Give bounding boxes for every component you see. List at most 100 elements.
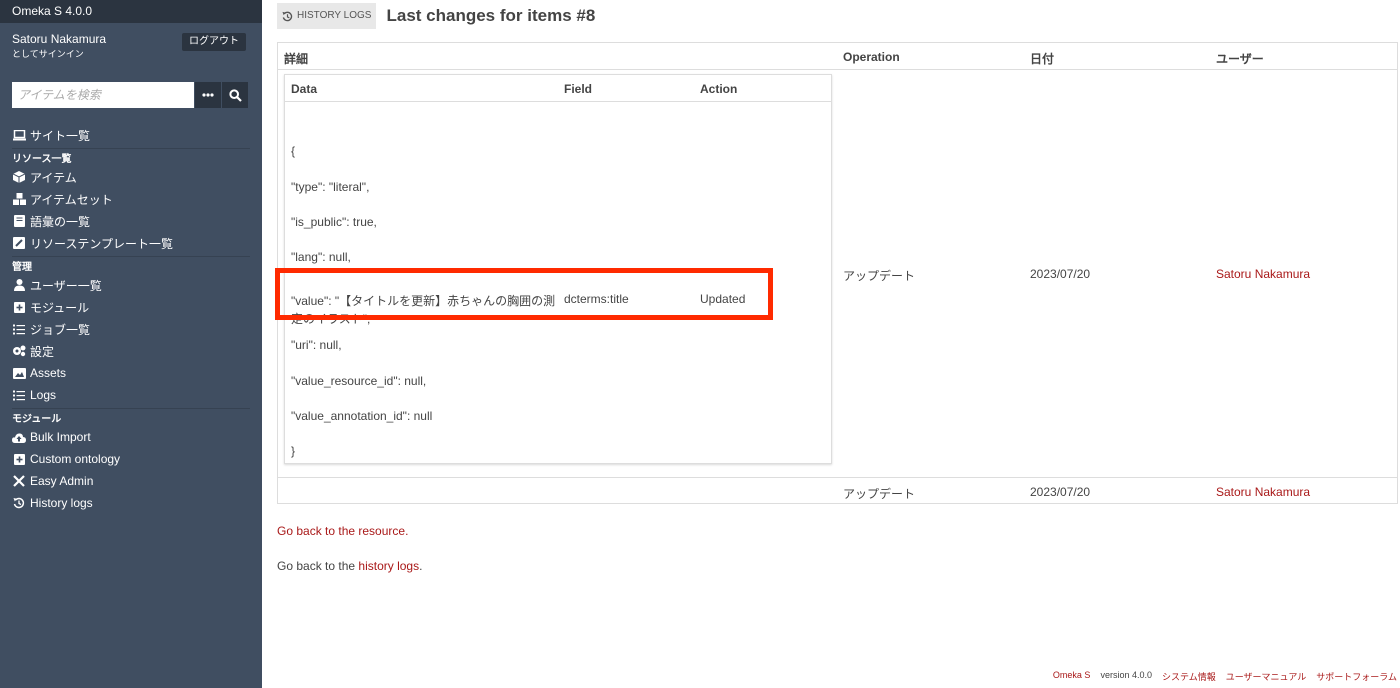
row1-user-link[interactable]: Satoru Nakamura	[1216, 267, 1310, 281]
search-icon	[228, 88, 242, 102]
row1-date: 2023/07/20	[1030, 267, 1091, 281]
col-data: Data	[291, 82, 318, 96]
table-row: アップデート 2023/07/20 Satoru Nakamura	[278, 477, 1397, 504]
sidebar-item-label: Assets	[30, 366, 67, 380]
search-input[interactable]	[12, 82, 195, 108]
section-resources: リソース一覧	[12, 154, 72, 165]
sidebar-nav: サイト一覧 リソース一覧 アイテム アイテムセット 語彙の一覧 リソーステンプレ…	[0, 124, 262, 514]
sidebar: Omeka S 4.0.0 Satoru Nakamura としてサインイン ロ…	[0, 0, 262, 688]
logout-button[interactable]: ログアウト	[182, 33, 246, 51]
history-logs-badge[interactable]: HISTORY LOGS	[277, 3, 377, 29]
back-to-history-text: Go back to the history logs.	[277, 559, 422, 573]
col-field: Field	[564, 82, 593, 96]
gears-icon	[12, 344, 26, 358]
divider	[12, 148, 250, 149]
main-content: HISTORY LOGS Last changes for items #8 詳…	[262, 0, 1400, 688]
plus-square-icon	[12, 452, 26, 466]
sidebar-item-label: モジュール	[30, 300, 90, 315]
col-user: ユーザー	[1216, 52, 1264, 66]
sidebar-item-bulk-import[interactable]: Bulk Import	[0, 426, 262, 448]
sidebar-item-label: リソーステンプレート一覧	[30, 236, 174, 251]
sidebar-item-label: ジョブ一覧	[30, 322, 91, 337]
title-bar: HISTORY LOGS Last changes for items #8	[277, 3, 595, 29]
user-block: Satoru Nakamura としてサインイン ログアウト	[0, 23, 262, 67]
ellipsis-icon	[202, 93, 214, 97]
divider	[12, 256, 250, 257]
sidebar-item-label: Custom ontology	[30, 452, 121, 466]
page-title: Last changes for items #8	[386, 6, 596, 25]
sidebar-item-label: 語彙の一覧	[30, 214, 91, 229]
footer-support-forum-link[interactable]: サポートフォーラム	[1316, 670, 1397, 683]
divider	[12, 408, 250, 409]
footer: Omeka S version 4.0.0 システム情報 ユーザーマニュアル サ…	[1053, 670, 1397, 683]
cloud-upload-icon	[12, 430, 26, 444]
sidebar-item-resource-templates[interactable]: リソーステンプレート一覧	[0, 232, 262, 254]
footer-user-manual-link[interactable]: ユーザーマニュアル	[1226, 670, 1307, 683]
data-line: }	[291, 444, 296, 458]
col-operation: Operation	[843, 50, 900, 64]
sidebar-item-easy-admin[interactable]: Easy Admin	[0, 470, 262, 492]
back-history-prefix: Go back to the	[277, 559, 359, 573]
advanced-search-button[interactable]	[195, 82, 222, 108]
plus-square-icon	[12, 300, 26, 314]
history-logs-link[interactable]: history logs	[358, 559, 419, 573]
highlight-box	[275, 268, 773, 320]
app-title[interactable]: Omeka S 4.0.0	[0, 0, 262, 23]
table-header: 詳細 Operation 日付 ユーザー	[278, 43, 1397, 70]
col-date: 日付	[1030, 52, 1055, 66]
data-line: "value_resource_id": null,	[291, 374, 427, 388]
data-line: "uri": null,	[291, 338, 342, 352]
sidebar-item-custom-ontology[interactable]: Custom ontology	[0, 448, 262, 470]
sidebar-item-modules[interactable]: モジュール	[0, 296, 262, 318]
row1-operation: アップデート	[843, 269, 916, 283]
col-details: 詳細	[284, 52, 309, 66]
sidebar-item-sites[interactable]: サイト一覧	[0, 124, 262, 146]
col-action: Action	[700, 82, 738, 96]
sidebar-item-label: 設定	[30, 344, 55, 359]
user-icon	[12, 278, 26, 292]
laptop-icon	[12, 128, 26, 142]
details-header: Data Field Action	[285, 75, 831, 102]
sidebar-item-label: アイテムセット	[30, 192, 113, 207]
data-line: "is_public": true,	[291, 215, 377, 229]
sidebar-item-label: Logs	[30, 388, 57, 402]
image-icon	[12, 366, 26, 380]
history-icon	[282, 11, 293, 21]
sidebar-item-items[interactable]: アイテム	[0, 166, 262, 188]
history-icon	[12, 496, 26, 510]
row2-operation: アップデート	[843, 487, 916, 501]
data-line: "lang": null,	[291, 250, 351, 264]
cube-icon	[12, 170, 26, 184]
data-line: "value_annotation_id": null	[291, 409, 433, 423]
data-line: "type": "literal",	[291, 180, 370, 194]
sidebar-item-settings[interactable]: 設定	[0, 340, 262, 362]
search-button[interactable]	[222, 82, 249, 108]
sidebar-item-jobs[interactable]: ジョブ一覧	[0, 318, 262, 340]
search-bar	[12, 82, 249, 108]
row2-date: 2023/07/20	[1030, 485, 1091, 499]
sidebar-item-history-logs[interactable]: History logs	[0, 492, 262, 514]
sidebar-item-label: サイト一覧	[30, 128, 91, 143]
footer-system-info-link[interactable]: システム情報	[1162, 670, 1216, 683]
sidebar-item-label: History logs	[30, 496, 93, 510]
back-to-resource-link[interactable]: Go back to the resource.	[277, 524, 408, 538]
sidebar-item-item-sets[interactable]: アイテムセット	[0, 188, 262, 210]
sidebar-item-label: アイテム	[30, 170, 77, 185]
cubes-icon	[12, 192, 26, 206]
sidebar-item-vocabularies[interactable]: 語彙の一覧	[0, 210, 262, 232]
pencil-square-icon	[12, 236, 26, 250]
details-table: Data Field Action { "type": "literal", "…	[275, 74, 832, 464]
book-icon	[12, 214, 26, 228]
sidebar-item-logs[interactable]: Logs	[0, 384, 262, 406]
back-history-suffix: .	[419, 559, 423, 573]
sidebar-item-label: Easy Admin	[30, 474, 94, 488]
sidebar-item-users[interactable]: ユーザー一覧	[0, 274, 262, 296]
footer-omeka-link[interactable]: Omeka S	[1053, 670, 1091, 683]
history-table: 詳細 Operation 日付 ユーザー Data Field Action {…	[275, 42, 1398, 504]
section-admin: 管理	[12, 262, 32, 273]
row2-user-link[interactable]: Satoru Nakamura	[1216, 485, 1310, 499]
data-line: {	[291, 144, 296, 158]
task-list-icon	[12, 322, 26, 336]
sidebar-item-label: Bulk Import	[30, 430, 91, 444]
sidebar-item-assets[interactable]: Assets	[0, 362, 262, 384]
